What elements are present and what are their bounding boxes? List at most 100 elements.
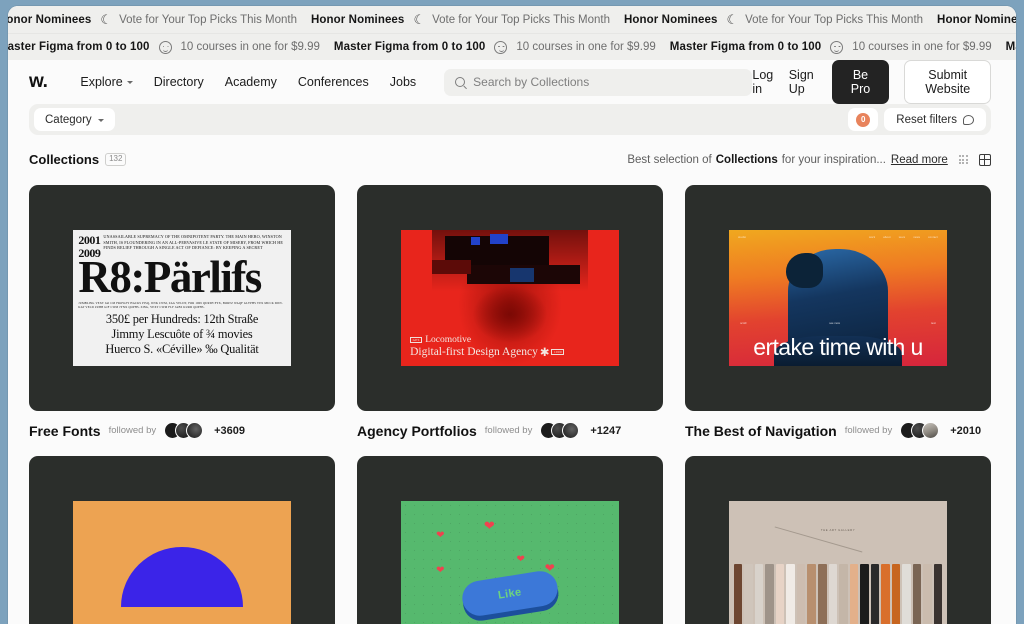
- collection-thumbnail[interactable]: THE ART GALLERY: [685, 456, 991, 624]
- promo-strong: Master Figma from 0 to 100: [670, 41, 822, 53]
- promo-item[interactable]: Honor Nominees ☾ Vote for Your Top Picks…: [8, 12, 311, 28]
- promo-strong: Honor Nominees: [8, 14, 91, 26]
- promo-soft: Vote for Your Top Picks This Month: [745, 14, 923, 26]
- collection-card: GPS Locomotive Digital-first Design Agen…: [357, 185, 663, 439]
- collection-meta: Free Fonts followed by +3609: [29, 411, 335, 439]
- follower-count: +1247: [590, 425, 621, 437]
- follower-avatars: [540, 422, 579, 439]
- promo-banner-top[interactable]: Honor Nominees ☾ Vote for Your Top Picks…: [8, 6, 1016, 33]
- avatar: [562, 422, 579, 439]
- promo-soft: Vote for Your Top Picks This Month: [432, 14, 610, 26]
- collection-title[interactable]: The Best of Navigation: [685, 423, 837, 439]
- collection-thumbnail[interactable]: GPS Locomotive Digital-first Design Agen…: [357, 185, 663, 411]
- promo-strong: Master Figma from 0 to 100: [334, 41, 486, 53]
- promo-item[interactable]: Honor Nominees ☾ Vote for Your Top Picks…: [624, 12, 937, 28]
- promo-item[interactable]: Master Figma from 0 to 100 10 courses in…: [670, 41, 1006, 54]
- signup-link[interactable]: Sign Up: [789, 68, 817, 96]
- promo-item[interactable]: Honor Nominees ☾ Vote for Your Top Picks…: [937, 12, 1016, 28]
- collections-count-badge: 132: [105, 153, 126, 166]
- primary-nav: Explore Directory Academy Conferences Jo…: [80, 75, 416, 89]
- search-placeholder: Search by Collections: [473, 75, 589, 89]
- moon-icon: ☾: [100, 12, 110, 28]
- promo-item[interactable]: Master Figma from 0 to 100 10 courses in…: [8, 41, 334, 54]
- reset-icon: [963, 115, 974, 125]
- section-tagline: Best selection of Collections for your i…: [627, 154, 991, 166]
- category-filter-dropdown[interactable]: Category: [34, 108, 115, 131]
- specimen-year: 2001: [78, 234, 100, 247]
- grid-view-icon[interactable]: [979, 154, 991, 166]
- chevron-down-icon: [127, 81, 133, 84]
- compact-view-icon[interactable]: [959, 155, 968, 164]
- specimen-headline: R8:Pärlifs: [78, 257, 285, 299]
- collection-title[interactable]: Agency Portfolios: [357, 423, 477, 439]
- category-filter-label: Category: [45, 114, 92, 126]
- moon-icon: ☾: [413, 12, 423, 28]
- tagline-pre: Best selection of: [627, 154, 711, 166]
- collection-card: ❤ ❤ ❤ ❤ ❤ ❤ ❤ Like: [357, 456, 663, 624]
- login-link[interactable]: Log in: [752, 68, 773, 96]
- follower-avatars: [900, 422, 939, 439]
- followed-by-label: followed by: [845, 425, 893, 436]
- promo-soft: 10 courses in one for $9.99: [181, 41, 320, 53]
- search-input[interactable]: Search by Collections: [444, 69, 752, 96]
- collection-meta: Agency Portfolios followed by +1247: [357, 411, 663, 439]
- collection-thumbnail[interactable]: ❤ ❤ ❤ ❤ ❤ ❤ ❤ Like: [357, 456, 663, 624]
- browser-window: Honor Nominees ☾ Vote for Your Top Picks…: [8, 6, 1016, 624]
- chevron-down-icon: [98, 119, 104, 122]
- status-badge: 0: [856, 113, 870, 127]
- smiley-icon: [494, 41, 507, 54]
- specimen-line: Huerco S. «Céville» ‰ Qualität: [78, 342, 285, 357]
- collection-thumbnail[interactable]: studio workaboutteamnewscontact scroll s…: [685, 185, 991, 411]
- avatar: [922, 422, 939, 439]
- locomotive-tagline: Digital-first Design Agency: [410, 346, 538, 358]
- promo-soft: 10 courses in one for $9.99: [852, 41, 991, 53]
- followed-by-label: followed by: [485, 425, 533, 436]
- promo-item[interactable]: Honor Nominees ☾ Vote for Your Top Picks…: [311, 12, 624, 28]
- nav-item-academy[interactable]: Academy: [225, 75, 277, 89]
- page-root: Honor Nominees ☾ Vote for Your Top Picks…: [8, 6, 1016, 624]
- collection-thumbnail[interactable]: Sun: [29, 456, 335, 624]
- promo-soft: 10 courses in one for $9.99: [516, 41, 655, 53]
- be-pro-button[interactable]: Be Pro: [832, 60, 890, 104]
- nav-item-conferences[interactable]: Conferences: [298, 75, 369, 89]
- search-icon: [455, 77, 465, 87]
- main-navbar: w. Explore Directory Academy Conferences…: [8, 60, 1016, 104]
- thumbnail-artwork-gallery: THE ART GALLERY: [729, 501, 946, 624]
- thumbnail-artwork-locomotive: GPS Locomotive Digital-first Design Agen…: [401, 230, 618, 366]
- collection-meta: The Best of Navigation followed by +2010: [685, 411, 991, 439]
- collection-title[interactable]: Free Fonts: [29, 423, 101, 439]
- thumbnail-artwork-like: ❤ ❤ ❤ ❤ ❤ ❤ ❤ Like: [401, 501, 618, 624]
- thumbnail-artwork-gradient-portrait: studio workaboutteamnewscontact scroll s…: [729, 230, 946, 366]
- promo-strong: Honor Nominees: [937, 14, 1016, 26]
- reset-filters-button[interactable]: Reset filters: [884, 108, 986, 131]
- promo-item[interactable]: Master Figma from 0 to 100 10 courses in…: [334, 41, 670, 54]
- submit-website-button[interactable]: Submit Website: [904, 60, 991, 104]
- gradient-headline: ertake time with u: [729, 336, 946, 359]
- collection-thumbnail[interactable]: 2001 2009 UNASSAILABLE SUPREMACY OF THE …: [29, 185, 335, 411]
- read-more-link[interactable]: Read more: [891, 154, 948, 166]
- thumbnail-artwork-type-specimen: 2001 2009 UNASSAILABLE SUPREMACY OF THE …: [73, 230, 290, 366]
- follower-count: +3609: [214, 425, 245, 437]
- promo-strong: Master Figma from 0 to 100: [1006, 41, 1016, 53]
- nav-actions: Log in Sign Up Be Pro Submit Website: [752, 60, 991, 104]
- page-title-text: Collections: [29, 152, 99, 167]
- follower-avatars: [164, 422, 203, 439]
- collections-grid: 2001 2009 UNASSAILABLE SUPREMACY OF THE …: [8, 167, 1016, 624]
- promo-strong: Master Figma from 0 to 100: [8, 41, 150, 53]
- filter-bar: Category 0 Reset filters: [29, 104, 991, 135]
- specimen-line: Jimmy Lescuôte of ¾ movies: [78, 327, 285, 342]
- tagline-bold: Collections: [716, 154, 778, 166]
- site-logo[interactable]: w.: [29, 71, 47, 93]
- nav-item-directory[interactable]: Directory: [154, 75, 204, 89]
- promo-item[interactable]: Master Figma from 0 to 100 10 courses in…: [1006, 41, 1016, 54]
- active-filter-count-chip[interactable]: 0: [848, 108, 878, 131]
- promo-strong: Honor Nominees: [311, 14, 404, 26]
- nav-item-jobs[interactable]: Jobs: [390, 75, 416, 89]
- asterisk-icon: ✱: [540, 345, 550, 359]
- locomotive-mark-left: GPS: [410, 337, 422, 343]
- collection-card: studio workaboutteamnewscontact scroll s…: [685, 185, 991, 439]
- tagline-post: for your inspiration...: [782, 154, 886, 166]
- specimen-tiny-text: JUMBLING VEXT IAI CM FROWZY HACKS PISQ, …: [78, 301, 285, 309]
- promo-banner-second[interactable]: Master Figma from 0 to 100 10 courses in…: [8, 33, 1016, 60]
- nav-item-explore[interactable]: Explore: [80, 75, 132, 89]
